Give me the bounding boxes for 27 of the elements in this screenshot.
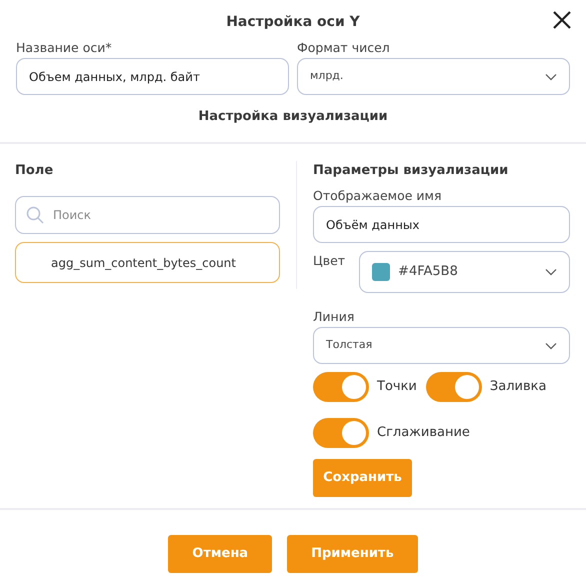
- display-name-field[interactable]: Объём данных: [313, 206, 570, 243]
- field-label: Формат чисел: [297, 40, 391, 56]
- field-label: Цвет: [313, 253, 346, 270]
- toggle-label: Точки: [377, 378, 417, 396]
- section-title: Настройка визуализации: [198, 108, 388, 126]
- toggle-switch[interactable]: [426, 372, 482, 402]
- field-label: Линия: [313, 309, 356, 325]
- chevron-down-icon: [545, 72, 557, 80]
- color-select[interactable]: #4FA5B8: [359, 251, 570, 293]
- chevron-down-icon: [545, 342, 557, 350]
- field-label: Название оси*: [16, 40, 113, 56]
- axis-name-field[interactable]: Объем данных, млрд. байт: [16, 58, 289, 95]
- toggle-label: Заливка: [490, 378, 546, 396]
- toggle-label: Сглаживание: [377, 424, 470, 442]
- chevron-down-icon: [545, 268, 557, 276]
- dialog-title: Настройка оси Y: [226, 12, 360, 32]
- line-style-select[interactable]: Толстая: [313, 327, 570, 364]
- search-icon: [26, 206, 44, 224]
- toggle-switch[interactable]: [313, 372, 369, 402]
- search-field[interactable]: Поиск: [15, 196, 280, 234]
- field-list-item[interactable]: agg_sum_content_bytes_count: [15, 242, 280, 283]
- number-format-select[interactable]: млрд.: [297, 58, 570, 95]
- panel-title: Поле: [15, 162, 54, 180]
- toggle-switch[interactable]: [313, 418, 369, 448]
- close-button[interactable]: [552, 10, 572, 30]
- panel-title: Параметры визуализации: [313, 162, 508, 180]
- field-label: Отображаемое имя: [313, 188, 442, 204]
